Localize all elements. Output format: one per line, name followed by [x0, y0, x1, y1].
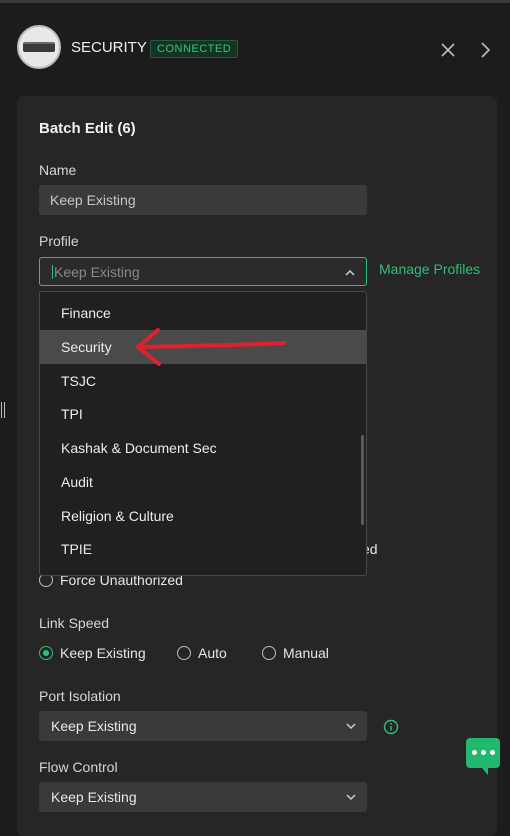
link-speed-manual-radio[interactable] — [262, 646, 276, 660]
flow-control-value: Keep Existing — [51, 789, 137, 805]
dropdown-option-religion-culture[interactable]: Religion & Culture — [40, 499, 366, 533]
link-speed-label: Link Speed — [39, 615, 110, 631]
close-button[interactable] — [437, 39, 459, 61]
port-isolation-label: Port Isolation — [39, 688, 121, 704]
manage-profiles-link[interactable]: Manage Profiles — [379, 261, 480, 277]
panel-header: SECURITY CONNECTED — [0, 3, 510, 95]
link-speed-auto-label: Auto — [198, 645, 227, 661]
profile-placeholder: Keep Existing — [54, 264, 140, 280]
name-label: Name — [39, 162, 77, 178]
dropdown-option-audit[interactable]: Audit — [40, 465, 366, 499]
text-cursor — [52, 265, 53, 280]
name-input[interactable]: Keep Existing — [39, 185, 367, 215]
link-speed-manual[interactable]: Manual — [262, 645, 329, 661]
link-speed-keep-existing-label: Keep Existing — [60, 645, 146, 661]
chat-bubble-icon — [472, 750, 495, 755]
profile-select[interactable]: Keep Existing — [39, 257, 367, 286]
profile-label: Profile — [39, 233, 79, 249]
info-icon[interactable] — [383, 719, 399, 735]
resize-handle[interactable] — [0, 402, 6, 418]
chat-support-button[interactable] — [466, 738, 500, 775]
link-speed-keep-existing[interactable]: Keep Existing — [39, 645, 146, 661]
next-button[interactable] — [475, 39, 497, 61]
chevron-down-icon — [346, 794, 356, 801]
close-icon — [441, 43, 455, 57]
dropdown-option-tpie[interactable]: TPIE — [40, 532, 366, 566]
annotation-arrow-icon — [136, 328, 286, 366]
link-speed-keep-existing-radio[interactable] — [39, 646, 53, 660]
link-speed-manual-label: Manual — [283, 645, 329, 661]
device-name: SECURITY — [71, 39, 147, 56]
device-avatar — [17, 25, 61, 69]
dropdown-option-tpi[interactable]: TPI — [40, 397, 366, 431]
dropdown-scrollbar[interactable] — [361, 435, 364, 525]
panel-title: Batch Edit (6) — [39, 120, 136, 137]
port-isolation-value: Keep Existing — [51, 718, 137, 734]
switch-device-icon — [23, 42, 55, 52]
link-speed-auto[interactable]: Auto — [177, 645, 227, 661]
link-speed-auto-radio[interactable] — [177, 646, 191, 660]
dropdown-option-kashak[interactable]: Kashak & Document Sec — [40, 431, 366, 465]
status-badge: CONNECTED — [150, 40, 239, 58]
flow-control-label: Flow Control — [39, 759, 118, 775]
flow-control-select[interactable]: Keep Existing — [39, 782, 367, 812]
chevron-up-icon — [345, 269, 355, 276]
chevron-right-icon — [481, 42, 491, 58]
chevron-down-icon — [346, 723, 356, 730]
port-isolation-select[interactable]: Keep Existing — [39, 711, 367, 741]
